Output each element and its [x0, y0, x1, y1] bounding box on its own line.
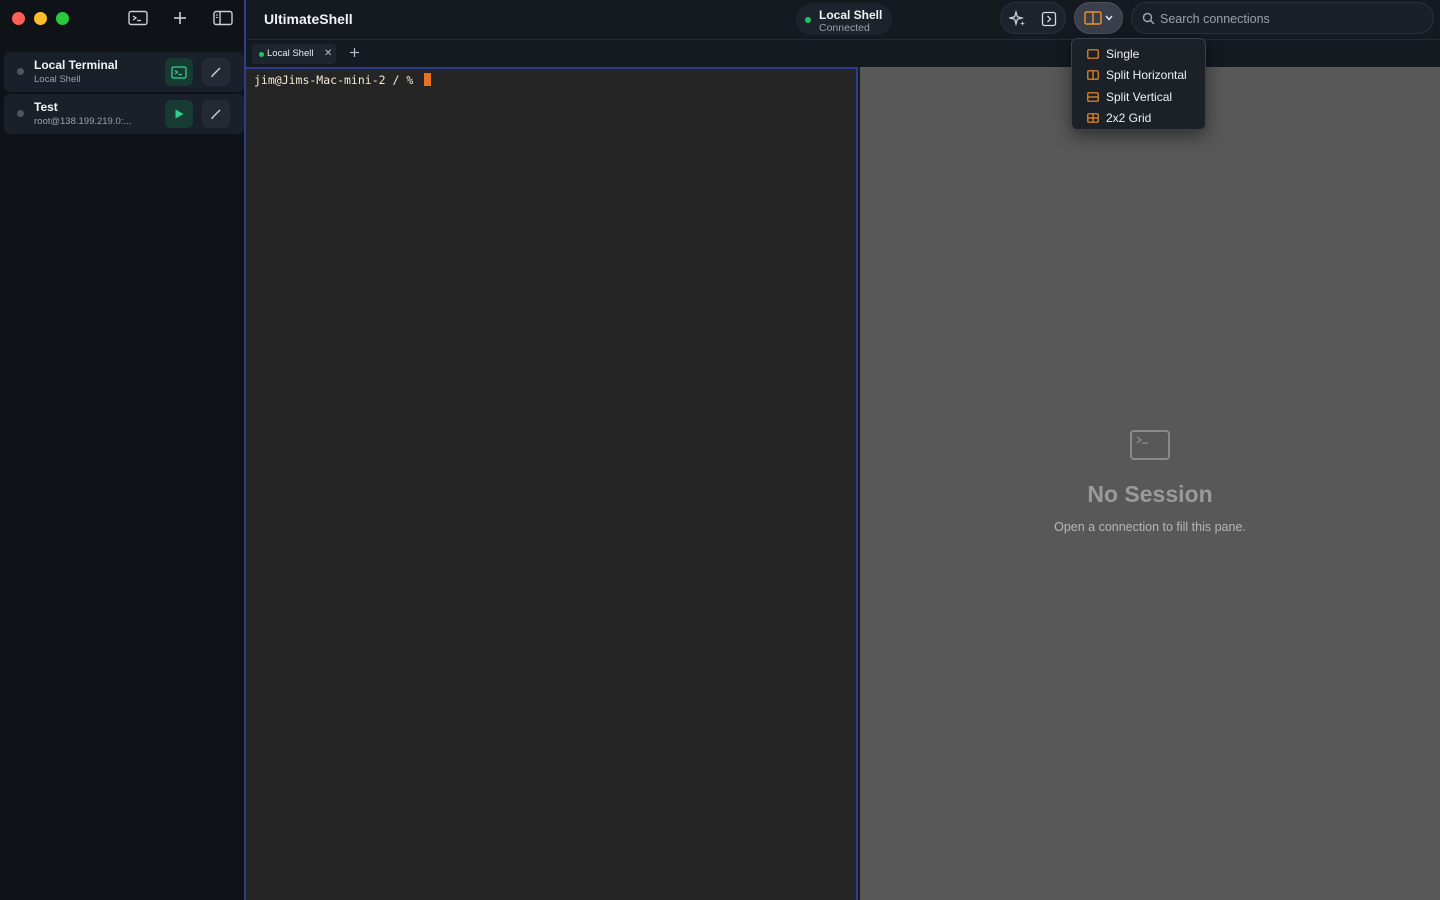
connection-name: Test — [34, 100, 58, 114]
edit-connection-button[interactable] — [202, 58, 230, 86]
new-tab-button[interactable] — [346, 44, 362, 64]
single-pane-icon — [1087, 48, 1099, 59]
minimize-window-button[interactable] — [34, 12, 47, 25]
play-icon — [175, 109, 184, 119]
search-input[interactable] — [1160, 7, 1425, 31]
connect-button[interactable] — [165, 100, 193, 128]
split-layout-icon — [1084, 11, 1102, 25]
empty-pane-subtitle: Open a connection to fill this pane. — [1054, 520, 1246, 534]
tab-bar: Local Shell ✕ — [246, 41, 1440, 67]
layout-menu: Single Split Horizontal Split Vertical 2… — [1071, 38, 1206, 130]
edit-connection-button[interactable] — [202, 100, 230, 128]
connection-subtitle: root@138.199.219.0:... — [34, 116, 132, 127]
terminal-icon — [1130, 430, 1170, 460]
split-horizontal-icon — [1087, 70, 1099, 81]
empty-pane-title: No Session — [1087, 481, 1213, 507]
sidebar-icon — [213, 10, 233, 26]
layout-option-label: Single — [1106, 46, 1140, 61]
empty-pane[interactable]: No Session Open a connection to fill thi… — [860, 67, 1440, 900]
toggle-sidebar-button[interactable] — [211, 8, 235, 28]
layout-menu-button[interactable] — [1074, 2, 1123, 34]
search-box — [1131, 2, 1434, 34]
terminal-icon — [171, 65, 187, 79]
layout-option-label: Split Horizontal — [1106, 68, 1187, 83]
connection-subtitle: Local Shell — [34, 74, 81, 85]
tab-local-shell[interactable]: Local Shell ✕ — [252, 44, 336, 64]
terminal-prompt: jim@Jims-Mac-mini-2 / % — [254, 73, 421, 87]
new-terminal-button[interactable] — [126, 8, 150, 28]
zoom-window-button[interactable] — [56, 12, 69, 25]
status-dot — [17, 68, 24, 75]
layout-option-single[interactable]: Single — [1072, 43, 1205, 65]
pencil-icon — [211, 67, 221, 77]
connection-name: Local Terminal — [34, 58, 118, 72]
layout-option-split-horizontal[interactable]: Split Horizontal — [1072, 65, 1205, 87]
layout-option-split-vertical[interactable]: Split Vertical — [1072, 86, 1205, 108]
pencil-icon — [211, 109, 221, 119]
code-panel-icon — [1041, 11, 1057, 27]
connection-status[interactable]: Local Shell Connected — [796, 3, 892, 35]
plus-icon — [174, 12, 186, 24]
layout-option-label: Split Vertical — [1106, 89, 1173, 104]
connection-list: Local Terminal Local Shell Test root@138… — [4, 52, 244, 136]
connection-item-test[interactable]: Test root@138.199.219.0:... — [4, 94, 244, 134]
ai-assistant-button[interactable] — [1008, 9, 1028, 29]
status-dot — [805, 17, 811, 23]
status-title: Local Shell — [819, 8, 883, 22]
sidebar: Local Terminal Local Shell Test root@138… — [0, 0, 246, 900]
tab-label: Local Shell — [267, 48, 314, 59]
add-connection-button[interactable] — [168, 8, 192, 28]
close-window-button[interactable] — [12, 12, 25, 25]
connection-item-local-terminal[interactable]: Local Terminal Local Shell — [4, 52, 244, 92]
app-title: UltimateShell — [264, 11, 353, 27]
terminal-prompt-line: jim@Jims-Mac-mini-2 / % — [254, 73, 432, 87]
open-terminal-button[interactable] — [165, 58, 193, 86]
chevron-down-icon — [1105, 15, 1113, 21]
close-tab-icon[interactable]: ✕ — [324, 48, 332, 60]
search-icon — [1142, 12, 1155, 25]
app-window: Local Terminal Local Shell Test root@138… — [0, 0, 1440, 900]
tab-status-dot — [259, 52, 264, 57]
plus-icon — [349, 48, 359, 57]
top-bar: UltimateShell Local Shell Connected — [246, 0, 1440, 40]
terminal-cursor — [424, 73, 432, 86]
layout-option-label: 2x2 Grid — [1106, 111, 1152, 126]
snippets-button[interactable] — [1039, 9, 1059, 29]
window-controls — [12, 12, 69, 25]
split-vertical-icon — [1087, 91, 1099, 102]
status-state: Connected — [819, 22, 870, 34]
layout-option-grid[interactable]: 2x2 Grid — [1072, 108, 1205, 130]
grid-icon — [1087, 113, 1099, 124]
status-dot — [17, 110, 24, 117]
terminal-icon — [128, 10, 148, 26]
terminal-pane[interactable]: jim@Jims-Mac-mini-2 / % — [246, 67, 858, 900]
sparkle-icon — [1009, 10, 1025, 27]
toolbar-group — [1000, 2, 1066, 34]
